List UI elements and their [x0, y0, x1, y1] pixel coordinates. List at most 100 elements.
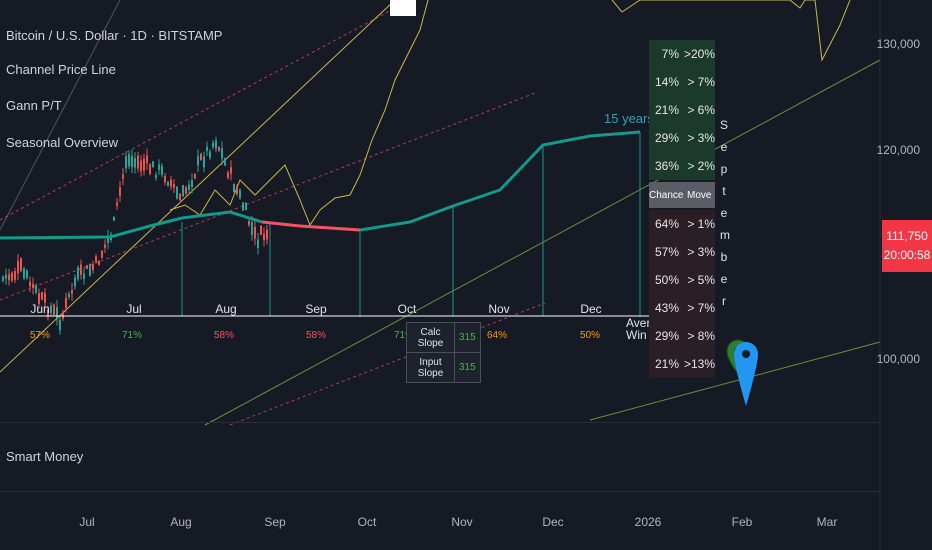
chance-row: 43% > 7%: [649, 294, 715, 322]
candle-body: [203, 156, 205, 168]
month-letter: e: [720, 140, 728, 154]
time-axis-label[interactable]: Oct: [358, 515, 377, 529]
candle-body: [215, 140, 217, 149]
candle-body: [242, 202, 244, 211]
seasonal-month-label: Jun: [30, 302, 50, 316]
move-value: > 3%: [687, 131, 715, 145]
price-axis-label[interactable]: 130,000: [877, 37, 920, 51]
candle-body: [71, 289, 73, 294]
candle-body: [5, 274, 7, 279]
candle-body: [176, 186, 178, 199]
blue-location-pin-icon[interactable]: [734, 342, 758, 406]
time-axis-label[interactable]: Jul: [79, 515, 94, 529]
candle-body: [152, 161, 154, 168]
candle-body: [131, 156, 133, 167]
candle-body: [95, 256, 97, 262]
candle-body: [200, 153, 202, 160]
drawing-marker[interactable]: [390, 0, 416, 16]
price-chart-canvas[interactable]: [0, 0, 932, 550]
time-axis-label[interactable]: Feb: [732, 515, 753, 529]
chance-row: 64% > 1%: [649, 210, 715, 238]
upside-chance-block: 7% >20% 14% > 7% 21% > 6% 29% > 3% 36% > 2%: [649, 40, 715, 180]
candle-body: [233, 183, 235, 193]
move-value: > 3%: [687, 245, 715, 259]
move-value: > 8%: [687, 329, 715, 343]
chance-row: 50% > 5%: [649, 266, 715, 294]
current-price: 111,750: [886, 229, 928, 243]
candle-body: [185, 187, 187, 194]
chance-row: 36% > 2%: [649, 152, 715, 180]
time-axis-label[interactable]: Nov: [451, 515, 472, 529]
pane-separator[interactable]: [0, 422, 880, 423]
candle-body: [182, 185, 184, 197]
candle-body: [14, 271, 16, 280]
win-rate-label: 71%: [121, 330, 143, 341]
candle-body: [137, 155, 139, 169]
chance-row: 21% >13%: [649, 350, 715, 378]
candle-body: [26, 270, 28, 279]
candle-body: [122, 174, 124, 179]
time-axis-label[interactable]: Sep: [264, 515, 285, 529]
indicator-seasonal-overview[interactable]: Seasonal Overview: [6, 135, 118, 150]
chance-value: 21%: [654, 103, 679, 117]
current-price-badge[interactable]: 111,750 20:00:58: [882, 220, 932, 272]
time-axis-label[interactable]: Aug: [170, 515, 191, 529]
candle-body: [92, 264, 94, 271]
price-axis-label[interactable]: 120,000: [877, 143, 920, 157]
candle-body: [80, 264, 82, 275]
candle-body: [224, 158, 226, 166]
candle-body: [23, 268, 25, 279]
indicator-channel-price-line[interactable]: Channel Price Line: [6, 62, 116, 77]
chance-row: 29% > 8%: [649, 322, 715, 350]
candle-body: [116, 202, 118, 206]
candle-body: [68, 293, 70, 297]
chance-value: 64%: [654, 217, 679, 231]
candle-body: [164, 175, 166, 183]
price-axis-label[interactable]: 100,000: [877, 352, 920, 366]
candle-body: [113, 216, 115, 221]
time-axis-label[interactable]: Dec: [542, 515, 563, 529]
candle-body: [50, 305, 52, 313]
candle-body: [191, 180, 193, 187]
candle-body: [263, 233, 265, 240]
candle-body: [236, 186, 238, 195]
move-value: >13%: [683, 357, 715, 371]
candle-body: [251, 222, 253, 235]
bar-countdown: 20:00:58: [883, 248, 931, 262]
time-axis-label[interactable]: 2026: [635, 515, 662, 529]
win-rate-label: 50%: [579, 330, 601, 341]
seasonal-month-label: Oct: [397, 302, 417, 316]
time-axis-label[interactable]: Mar: [817, 515, 838, 529]
chance-value: 7%: [661, 47, 679, 61]
move-value: > 6%: [687, 103, 715, 117]
chance-row: 29% > 3%: [649, 124, 715, 152]
candle-body: [266, 229, 268, 240]
chance-move-table: 7% >20% 14% > 7% 21% > 6% 29% > 3% 36% > 2% C…: [649, 40, 715, 378]
chance-value: 57%: [654, 245, 679, 259]
seasonal-month-label: Sep: [305, 302, 327, 316]
win-rate-label: 64%: [486, 330, 508, 341]
candle-body: [239, 189, 241, 199]
chance-row: 7% >20%: [649, 40, 715, 68]
calc-slope-row: Calc Slope 315: [406, 322, 481, 353]
calc-slope-value: 315: [454, 322, 481, 353]
seasonal-month-label: Jul: [126, 302, 142, 316]
candle-body: [89, 264, 91, 276]
projection-years-label: 15 years: [604, 111, 654, 126]
chance-table-header: Chance Move: [649, 182, 715, 208]
candle-body: [41, 292, 43, 300]
chance-value: 29%: [654, 329, 679, 343]
candle-body: [62, 312, 64, 319]
month-letter: r: [722, 294, 726, 308]
candle-body: [8, 274, 10, 281]
indicator-gann-pt[interactable]: Gann P/T: [6, 98, 62, 113]
candle-body: [245, 202, 247, 211]
candle-body: [257, 239, 259, 248]
downside-chance-block: 64% > 1% 57% > 3% 50% > 5% 43% > 7% 29% > 8% …: [649, 210, 715, 378]
candle-body: [56, 306, 58, 319]
symbol-title[interactable]: Bitcoin / U.S. Dollar · 1D · BITSTAMP: [6, 28, 222, 43]
candle-body: [218, 147, 220, 151]
indicator-smart-money[interactable]: Smart Money: [6, 449, 83, 464]
candle-body: [179, 193, 181, 201]
candle-body: [221, 148, 223, 159]
